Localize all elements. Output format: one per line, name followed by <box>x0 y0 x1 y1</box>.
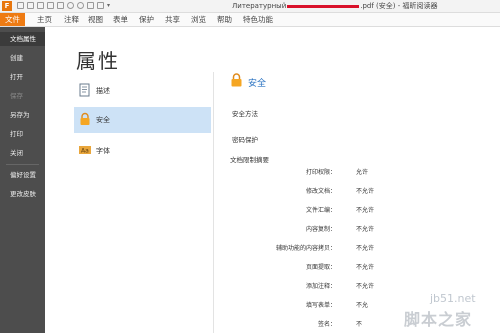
sidebar-divider <box>6 164 39 165</box>
sidebar-item-save[interactable]: 保存 <box>0 89 45 103</box>
restriction-label: 填写表单： <box>305 302 336 309</box>
sidebar-item-close[interactable]: 关闭 <box>0 146 45 160</box>
save-icon[interactable] <box>27 2 34 9</box>
sidebar-item-preferences[interactable]: 偏好设置 <box>0 168 45 182</box>
customize-dropdown-icon[interactable]: ▾ <box>107 2 114 9</box>
lock-icon <box>80 112 90 125</box>
svg-text:Aa: Aa <box>81 148 89 155</box>
restriction-value: 不允 <box>356 302 369 309</box>
sidebar-item-create[interactable]: 创建 <box>0 51 45 65</box>
app-logo: F <box>2 1 12 11</box>
open-icon[interactable] <box>17 2 24 9</box>
menu-share[interactable]: 共享 <box>165 13 180 26</box>
hand-icon[interactable] <box>47 2 54 9</box>
redo-icon[interactable] <box>77 2 84 9</box>
section-title: 安全 <box>248 79 267 89</box>
restriction-value: 允许 <box>356 169 369 176</box>
category-label: 字体 <box>96 147 110 155</box>
menu-comment[interactable]: 注释 <box>64 13 79 26</box>
window-title: Литературный .pdf (安全) - 福昕阅读器 <box>232 2 438 10</box>
snapshot-icon[interactable] <box>87 2 94 9</box>
restriction-value: 不允许 <box>356 226 375 233</box>
restriction-value: 不 <box>356 321 363 328</box>
restriction-value: 不允许 <box>356 188 375 195</box>
restriction-label: 页面提取： <box>305 264 336 271</box>
watermark-url: jb51.net <box>430 292 476 305</box>
title-bar: F ▾ Литературный .pdf (安全) - 福昕阅读器 <box>0 0 500 13</box>
panel-divider <box>213 72 214 333</box>
restriction-label: 修改文档： <box>305 188 336 195</box>
sidebar-item-print[interactable]: 打印 <box>0 127 45 141</box>
category-fonts[interactable]: Aa 字体 <box>74 138 211 164</box>
menu-form[interactable]: 表单 <box>113 13 128 26</box>
restriction-value: 不允许 <box>356 245 375 252</box>
menu-help[interactable]: 帮助 <box>217 13 232 26</box>
restriction-label: 文件汇编： <box>305 207 336 214</box>
password-protect-value: 密码保护 <box>232 136 258 144</box>
file-sidebar: 文档属性 创建 打开 保存 另存为 打印 关闭 偏好设置 更改皮肤 <box>0 27 45 333</box>
menu-features[interactable]: 特色功能 <box>243 13 273 26</box>
restriction-value: 不允许 <box>356 207 375 214</box>
menu-view[interactable]: 视图 <box>88 13 103 26</box>
menu-bar: 文件 主页 注释 视图 表单 保护 共享 浏览 帮助 特色功能 <box>0 13 500 27</box>
restriction-value: 不允许 <box>356 264 375 271</box>
security-lock-icon <box>231 73 242 87</box>
description-icon <box>79 83 90 97</box>
sidebar-item-save-as[interactable]: 另存为 <box>0 108 45 122</box>
security-method-label: 安全方法 <box>232 110 258 118</box>
category-description[interactable]: 描述 <box>74 78 211 104</box>
restriction-value: 不允许 <box>356 283 375 290</box>
restriction-label: 内容复制： <box>305 226 336 233</box>
font-icon: Aa <box>79 146 91 155</box>
sidebar-item-open[interactable]: 打开 <box>0 70 45 84</box>
page-title: 属性 <box>76 49 120 73</box>
undo-icon[interactable] <box>67 2 74 9</box>
category-label: 安全 <box>96 116 110 124</box>
menu-protect[interactable]: 保护 <box>139 13 154 26</box>
restrictions-heading: 文档限制摘要 <box>230 156 269 164</box>
redacted-filename <box>287 4 360 8</box>
print-icon[interactable] <box>37 2 44 9</box>
restriction-label: 添加注释： <box>305 283 336 290</box>
sidebar-item-change-skin[interactable]: 更改皮肤 <box>0 187 45 201</box>
select-icon[interactable] <box>57 2 64 9</box>
restriction-label: 辅助功能的内容拷贝： <box>275 245 336 252</box>
menu-home[interactable]: 主页 <box>37 13 52 26</box>
menu-file[interactable]: 文件 <box>0 13 25 26</box>
menu-browse[interactable]: 浏览 <box>191 13 206 26</box>
watermark-text: 脚本之家 <box>404 310 473 329</box>
restriction-label: 打印权限： <box>305 169 336 176</box>
category-security[interactable]: 安全 <box>74 107 211 133</box>
category-label: 描述 <box>96 87 110 95</box>
restriction-label: 签名： <box>317 321 336 328</box>
page-icon[interactable] <box>97 2 104 9</box>
sidebar-item-document-properties[interactable]: 文档属性 <box>0 32 45 46</box>
